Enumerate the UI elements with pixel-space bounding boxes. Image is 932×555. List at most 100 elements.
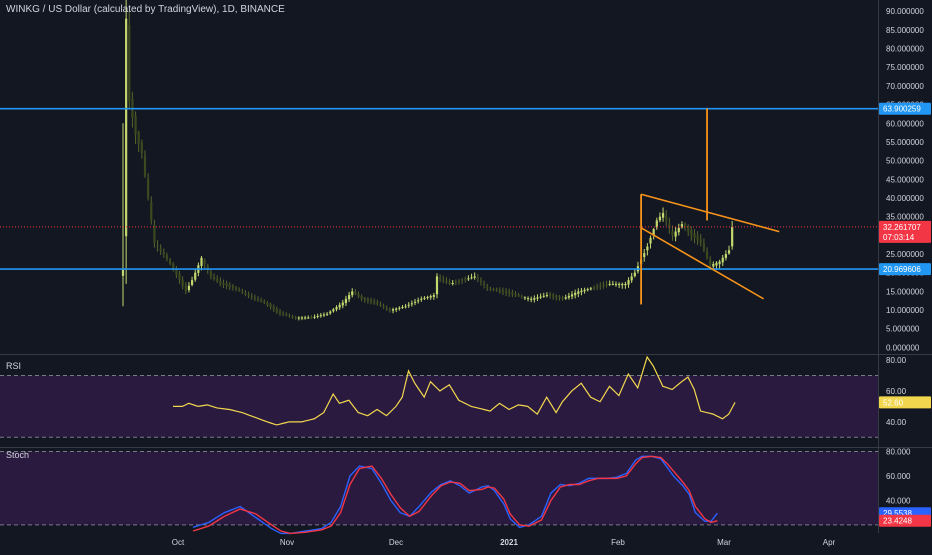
candle [721, 257, 724, 263]
candle [577, 291, 580, 294]
candle [231, 285, 234, 288]
candle [275, 308, 278, 312]
chart-root: 90.000000 85.000000 80.000000 75.000000 70.0… [0, 0, 932, 550]
candle [266, 302, 269, 305]
candle [238, 289, 241, 291]
candle [520, 296, 523, 298]
candle [247, 294, 250, 296]
candle [203, 260, 206, 264]
candle [426, 296, 429, 299]
candle [153, 224, 156, 243]
candle [341, 302, 344, 306]
candle [313, 316, 316, 318]
candle [439, 277, 442, 279]
candle [511, 292, 514, 295]
candle [219, 281, 222, 284]
candle [169, 259, 172, 264]
candle [448, 282, 451, 284]
candle [410, 303, 413, 305]
candle [592, 287, 596, 289]
candle [731, 226, 734, 247]
trend-line [640, 193, 780, 233]
x-tick-label: Nov [280, 538, 294, 547]
candle [181, 279, 184, 286]
y-tick-label: 45.000000 [886, 175, 924, 184]
y-tick-label: 35.000000 [886, 213, 924, 222]
candle [335, 307, 338, 310]
candle [140, 142, 143, 154]
y-tick-label: 15.000000 [886, 287, 924, 296]
candle [134, 115, 137, 135]
candle [674, 231, 677, 237]
stoch-y-tick-label: 60.000 [886, 472, 911, 481]
candle [442, 279, 445, 281]
candle [354, 291, 357, 294]
candle [407, 304, 410, 306]
level-badge-text: 20.969606 [883, 265, 921, 274]
candle [285, 314, 288, 316]
candle [564, 297, 567, 299]
level-badge-text: 63.900259 [883, 105, 921, 114]
candle [209, 271, 213, 277]
current-price-badge-countdown: 07:03:14 [883, 233, 915, 242]
candle [222, 282, 225, 285]
candle [212, 277, 216, 279]
candle [344, 298, 348, 304]
candle [548, 294, 552, 296]
candle [552, 294, 555, 297]
stoch-y-tick-label: 40.000 [886, 496, 911, 505]
candle [530, 298, 533, 300]
x-tick-label: 2021 [500, 538, 518, 547]
candle [727, 250, 731, 254]
candle [253, 297, 256, 299]
candle [373, 301, 376, 303]
candle [627, 280, 630, 285]
candle [379, 304, 382, 306]
candle [655, 220, 658, 228]
candle [429, 296, 432, 298]
candle [583, 289, 586, 292]
candle [347, 295, 351, 300]
candle [718, 261, 721, 265]
candle [699, 239, 702, 243]
candle [580, 290, 583, 293]
candle [705, 251, 709, 258]
candle [385, 307, 388, 309]
rsi-y-tick-label: 40.00 [886, 418, 907, 427]
candle [643, 253, 646, 258]
candle [495, 289, 498, 291]
candle [216, 279, 219, 282]
candle [709, 259, 712, 266]
candle [454, 281, 457, 283]
y-tick-label: 60.000000 [886, 119, 924, 128]
candle [391, 309, 395, 311]
candle [479, 280, 483, 283]
candle [369, 299, 373, 302]
x-tick-label: Mar [717, 538, 731, 547]
candle [316, 316, 319, 318]
candle [486, 286, 489, 288]
candle [310, 317, 313, 319]
candle [241, 291, 244, 293]
rsi-band [0, 375, 878, 438]
candle [382, 306, 385, 308]
candle [420, 298, 423, 300]
candle [225, 283, 228, 286]
x-tick-label: Feb [611, 538, 625, 547]
y-tick-label: 0.000000 [886, 343, 920, 352]
candle [555, 295, 558, 298]
candle [256, 298, 260, 300]
candle [457, 280, 461, 282]
candle [712, 263, 715, 267]
candle [178, 273, 181, 281]
candle [533, 298, 536, 300]
candle [263, 301, 266, 303]
candle [646, 246, 649, 251]
candle [526, 298, 530, 300]
candle [338, 304, 341, 308]
candle [291, 316, 294, 318]
candle [536, 297, 539, 299]
x-tick-label: Apr [823, 538, 836, 547]
candle [690, 229, 693, 236]
y-tick-label: 85.000000 [886, 26, 924, 35]
